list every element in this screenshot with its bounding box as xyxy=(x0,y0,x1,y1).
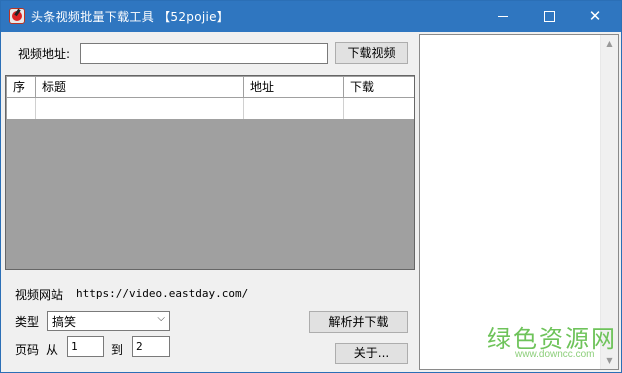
maximize-button[interactable] xyxy=(526,1,572,32)
video-url-input[interactable] xyxy=(80,43,328,64)
download-video-button[interactable]: 下载视频 xyxy=(335,42,408,64)
close-button[interactable]: ✕ xyxy=(572,1,618,32)
video-site-url: https://video.eastday.com/ xyxy=(76,287,249,300)
scroll-down-icon[interactable]: ▼ xyxy=(601,352,618,369)
page-to-input[interactable] xyxy=(132,336,170,357)
page-to-label: 到 xyxy=(111,343,124,357)
column-address[interactable]: 地址 xyxy=(244,77,344,97)
about-button[interactable]: 关于... xyxy=(335,343,408,364)
column-download[interactable]: 下载 xyxy=(344,77,414,97)
app-window: 头条视频批量下载工具 【52pojie】 ✕ 视频地址: 下载视频 序 标题 地… xyxy=(0,0,622,373)
cell-index[interactable] xyxy=(7,98,36,119)
cell-address[interactable] xyxy=(244,98,344,119)
scroll-up-icon[interactable]: ▲ xyxy=(601,35,618,52)
window-title: 头条视频批量下载工具 【52pojie】 xyxy=(31,10,230,24)
maximize-icon xyxy=(543,11,555,22)
column-index[interactable]: 序 xyxy=(7,77,36,97)
video-site-label: 视频网站 xyxy=(15,288,64,302)
app-icon xyxy=(9,8,25,24)
close-icon: ✕ xyxy=(588,7,602,25)
chevron-down-icon: ⌵ xyxy=(157,313,165,324)
parse-and-download-button[interactable]: 解析并下载 xyxy=(309,311,408,333)
video-table[interactable]: 序 标题 地址 下载 xyxy=(5,75,415,270)
type-label: 类型 xyxy=(15,315,40,329)
page-label: 页码 xyxy=(15,343,40,357)
column-title[interactable]: 标题 xyxy=(36,77,244,97)
cell-title[interactable] xyxy=(36,98,244,119)
minimize-icon xyxy=(498,16,508,17)
type-select-value: 搞笑 xyxy=(52,315,77,329)
page-from-label: 从 xyxy=(46,343,59,357)
type-select[interactable]: 搞笑 ⌵ xyxy=(47,311,170,331)
title-bar[interactable]: 头条视频批量下载工具 【52pojie】 ✕ xyxy=(1,1,621,32)
page-from-input[interactable] xyxy=(67,336,104,357)
watermark-url: www.downcc.com xyxy=(515,349,595,360)
minimize-button[interactable] xyxy=(480,1,526,32)
cell-download[interactable] xyxy=(344,98,414,119)
video-url-label: 视频地址: xyxy=(18,47,71,61)
